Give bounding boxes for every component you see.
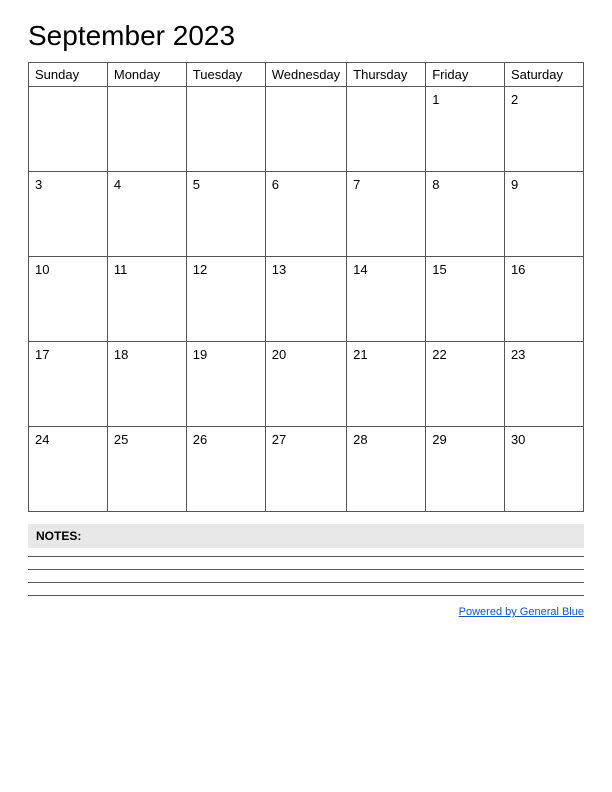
day-cell: 11 bbox=[107, 257, 186, 342]
day-cell: 24 bbox=[29, 427, 108, 512]
day-number: 17 bbox=[35, 347, 101, 362]
powered-by: Powered by General Blue bbox=[28, 606, 584, 618]
day-number: 16 bbox=[511, 262, 577, 277]
day-number: 20 bbox=[272, 347, 340, 362]
day-number: 26 bbox=[193, 432, 259, 447]
page: September 2023 SundayMondayTuesdayWednes… bbox=[0, 0, 612, 792]
day-cell: 23 bbox=[504, 342, 583, 427]
day-number: 30 bbox=[511, 432, 577, 447]
header-cell-monday: Monday bbox=[107, 63, 186, 87]
day-cell: 9 bbox=[504, 172, 583, 257]
day-number: 29 bbox=[432, 432, 498, 447]
day-number: 18 bbox=[114, 347, 180, 362]
day-cell: 14 bbox=[347, 257, 426, 342]
day-number: 8 bbox=[432, 177, 498, 192]
calendar-title: September 2023 bbox=[28, 20, 584, 52]
day-cell: 21 bbox=[347, 342, 426, 427]
day-number: 28 bbox=[353, 432, 419, 447]
day-cell: 29 bbox=[426, 427, 505, 512]
day-number: 6 bbox=[272, 177, 340, 192]
day-cell bbox=[186, 87, 265, 172]
day-cell: 2 bbox=[504, 87, 583, 172]
day-number: 21 bbox=[353, 347, 419, 362]
day-cell: 16 bbox=[504, 257, 583, 342]
week-row-2: 10 11 12 13 14 15 16 bbox=[29, 257, 584, 342]
notes-line-1 bbox=[28, 556, 584, 557]
day-cell: 8 bbox=[426, 172, 505, 257]
day-cell: 18 bbox=[107, 342, 186, 427]
day-number: 2 bbox=[511, 92, 577, 107]
week-row-1: 3456789 bbox=[29, 172, 584, 257]
header-cell-sunday: Sunday bbox=[29, 63, 108, 87]
day-cell: 28 bbox=[347, 427, 426, 512]
calendar-table: SundayMondayTuesdayWednesdayThursdayFrid… bbox=[28, 62, 584, 512]
day-cell: 26 bbox=[186, 427, 265, 512]
day-number: 14 bbox=[353, 262, 419, 277]
day-number: 19 bbox=[193, 347, 259, 362]
day-cell: 22 bbox=[426, 342, 505, 427]
day-number: 15 bbox=[432, 262, 498, 277]
day-cell: 30 bbox=[504, 427, 583, 512]
week-row-3: 17 18 19 20 21 22 23 bbox=[29, 342, 584, 427]
day-cell bbox=[107, 87, 186, 172]
header-cell-saturday: Saturday bbox=[504, 63, 583, 87]
day-cell: 10 bbox=[29, 257, 108, 342]
day-number: 10 bbox=[35, 262, 101, 277]
day-cell: 6 bbox=[265, 172, 346, 257]
notes-line-2 bbox=[28, 569, 584, 570]
notes-line-3 bbox=[28, 582, 584, 583]
day-cell bbox=[347, 87, 426, 172]
day-number: 12 bbox=[193, 262, 259, 277]
header-row: SundayMondayTuesdayWednesdayThursdayFrid… bbox=[29, 63, 584, 87]
day-cell: 4 bbox=[107, 172, 186, 257]
day-number: 24 bbox=[35, 432, 101, 447]
day-number: 7 bbox=[353, 177, 419, 192]
day-number: 13 bbox=[272, 262, 340, 277]
day-cell: 13 bbox=[265, 257, 346, 342]
day-cell: 25 bbox=[107, 427, 186, 512]
notes-label: NOTES: bbox=[28, 524, 584, 548]
week-row-4: 24 25 26 27 28 29 30 bbox=[29, 427, 584, 512]
day-number: 27 bbox=[272, 432, 340, 447]
header-cell-tuesday: Tuesday bbox=[186, 63, 265, 87]
header-cell-wednesday: Wednesday bbox=[265, 63, 346, 87]
day-cell: 19 bbox=[186, 342, 265, 427]
day-cell: 27 bbox=[265, 427, 346, 512]
header-cell-thursday: Thursday bbox=[347, 63, 426, 87]
day-cell: 12 bbox=[186, 257, 265, 342]
day-number: 11 bbox=[114, 262, 180, 277]
header-cell-friday: Friday bbox=[426, 63, 505, 87]
week-row-0: 12 bbox=[29, 87, 584, 172]
day-cell bbox=[265, 87, 346, 172]
day-cell: 3 bbox=[29, 172, 108, 257]
day-cell: 15 bbox=[426, 257, 505, 342]
day-number: 25 bbox=[114, 432, 180, 447]
powered-by-link[interactable]: Powered by General Blue bbox=[459, 606, 584, 618]
day-number: 23 bbox=[511, 347, 577, 362]
day-number: 22 bbox=[432, 347, 498, 362]
day-number: 3 bbox=[35, 177, 101, 192]
notes-lines bbox=[28, 556, 584, 596]
day-cell: 1 bbox=[426, 87, 505, 172]
day-number: 9 bbox=[511, 177, 577, 192]
day-number: 4 bbox=[114, 177, 180, 192]
day-cell: 7 bbox=[347, 172, 426, 257]
notes-line-4 bbox=[28, 595, 584, 596]
notes-section: NOTES: bbox=[28, 524, 584, 596]
day-cell bbox=[29, 87, 108, 172]
day-cell: 20 bbox=[265, 342, 346, 427]
day-cell: 5 bbox=[186, 172, 265, 257]
day-number: 1 bbox=[432, 92, 498, 107]
day-number: 5 bbox=[193, 177, 259, 192]
day-cell: 17 bbox=[29, 342, 108, 427]
